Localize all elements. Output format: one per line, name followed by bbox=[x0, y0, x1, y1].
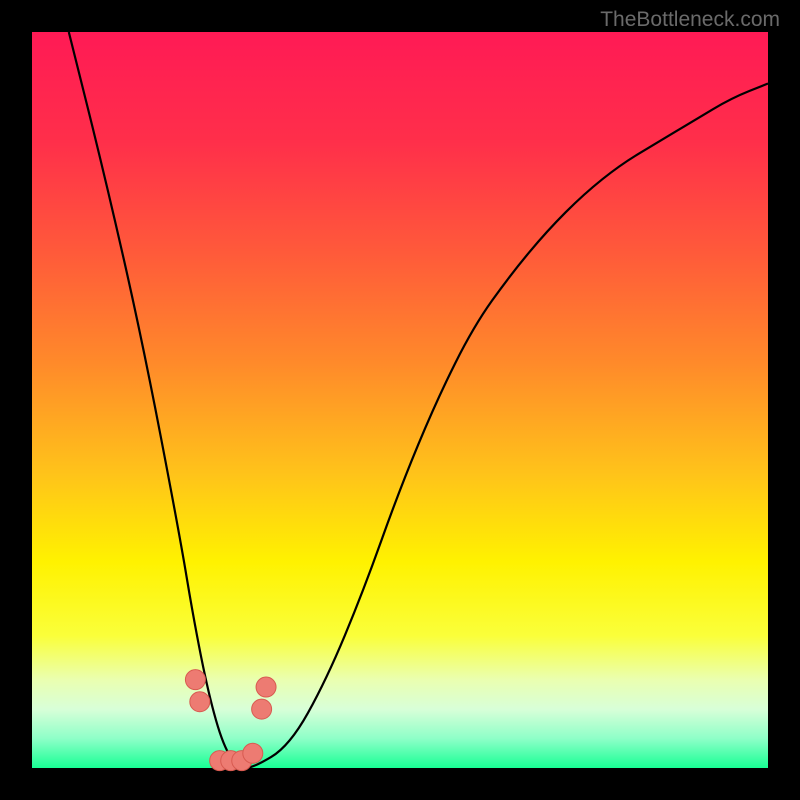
marker-point bbox=[252, 699, 272, 719]
marker-point bbox=[185, 670, 205, 690]
marker-point bbox=[256, 677, 276, 697]
chart-svg bbox=[0, 0, 800, 800]
marker-point bbox=[190, 692, 210, 712]
marker-point bbox=[243, 743, 263, 763]
watermark: TheBottleneck.com bbox=[600, 8, 780, 32]
